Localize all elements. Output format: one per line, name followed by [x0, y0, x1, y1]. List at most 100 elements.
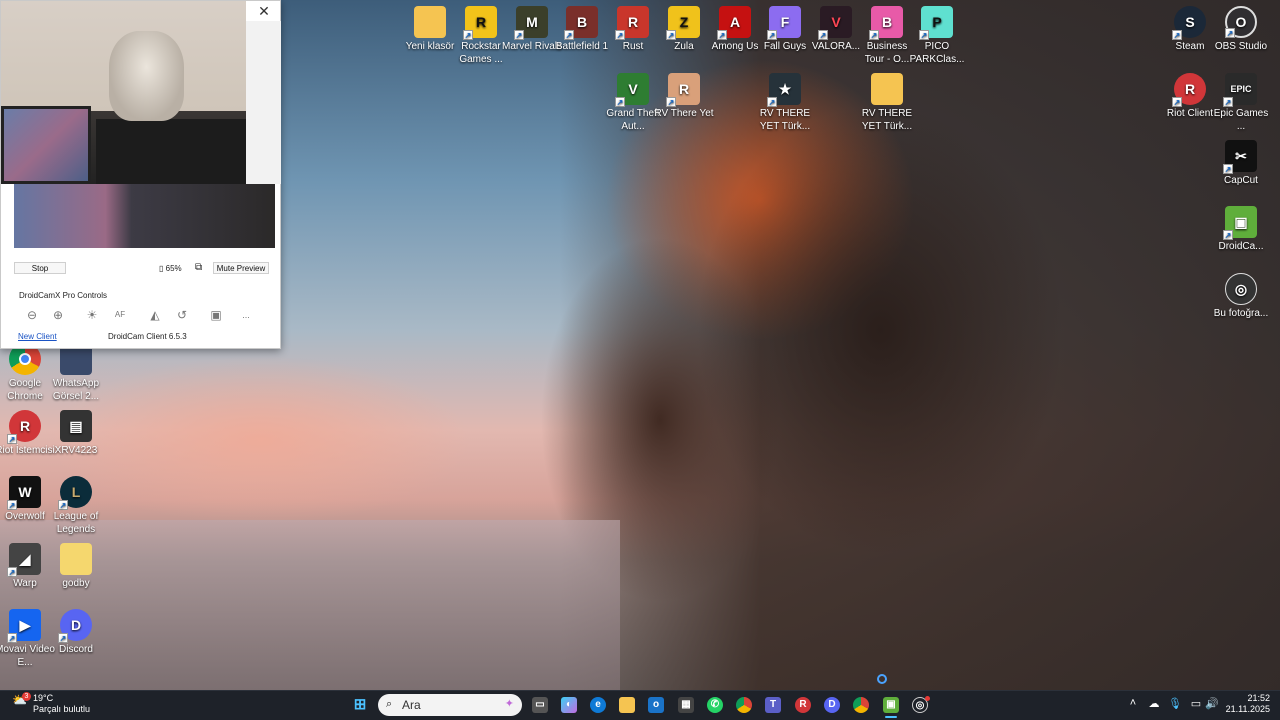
overwolf-icon: W ↗: [7, 476, 41, 510]
icon-label: CapCut: [1224, 175, 1258, 186]
clock-time: 21:52: [1247, 693, 1270, 703]
rv-there-yet-icon: R ↗: [666, 73, 700, 107]
camera-overlay: [1, 1, 246, 184]
icon-label: PICO PARKClas...: [909, 41, 965, 65]
gta-icon: V ↗: [615, 73, 649, 107]
copy-icon[interactable]: ⧉: [195, 262, 202, 273]
weather-badge: 3: [22, 692, 31, 701]
zula-icon: Z ↗: [666, 6, 700, 40]
movavi-icon: ▶ ↗: [7, 609, 41, 643]
desktop-icon-rv-turk-1[interactable]: ★ ↗ RV THERE YET Türk...: [754, 73, 816, 133]
weather-widget[interactable]: ⛅ 3 19°C Parçalı bulutlu: [12, 692, 90, 715]
desktop-icon-rv-turk-2[interactable]: RV THERE YET Türk...: [856, 73, 918, 133]
epic-games-icon: EPIC ↗: [1223, 73, 1257, 107]
cat-image: [109, 31, 184, 121]
copilot-icon[interactable]: ◐: [561, 697, 577, 713]
desktop-icon-rv-there-yet[interactable]: R ↗ RV There Yet: [653, 73, 715, 120]
riot-client-icon[interactable]: R: [795, 697, 811, 713]
fall-guys-icon: F ↗: [767, 6, 801, 40]
active-app-indicator: [885, 716, 897, 718]
riot-client-icon: R ↗: [7, 410, 41, 444]
mirror-icon[interactable]: ◭: [146, 307, 164, 323]
icon-label: Epic Games ...: [1213, 108, 1269, 132]
whatsapp-icon[interactable]: ✆: [707, 697, 723, 713]
chevron-up-icon[interactable]: ˄: [1125, 697, 1141, 709]
rv-turk-icon: ★ ↗: [767, 73, 801, 107]
weather-temp: 19°C: [33, 693, 54, 703]
desktop-icon-xrv[interactable]: ▤ XRV4223: [45, 410, 107, 457]
icon-label: RV There Yet: [654, 108, 714, 119]
marvel-rivals-icon: M ↗: [514, 6, 548, 40]
stop-button[interactable]: Stop: [14, 262, 66, 274]
desktop-icon-capcut[interactable]: ✂ ↗ CapCut: [1210, 140, 1272, 187]
brightness-icon[interactable]: ☀: [83, 307, 101, 323]
riot-client-icon: R ↗: [1172, 73, 1206, 107]
icon-label: DroidCa...: [1218, 241, 1264, 252]
folder-icon: [871, 73, 903, 105]
icon-label: godby: [62, 578, 90, 589]
copilot-sparkle-icon: ✦: [504, 698, 514, 710]
desktop-icon-bu-fotograf[interactable]: ◎ Bu fotoğra...: [1210, 273, 1272, 320]
task-view-icon[interactable]: ▭: [532, 697, 548, 713]
store-icon[interactable]: ▦: [678, 697, 694, 713]
autofocus-icon[interactable]: AF: [111, 307, 129, 323]
zoom-out-icon[interactable]: ⊖: [23, 307, 41, 323]
desktop-icon-epic[interactable]: EPIC ↗ Epic Games ...: [1210, 73, 1272, 133]
edge-icon[interactable]: e: [590, 697, 606, 713]
search-placeholder: Ara: [402, 698, 421, 712]
folder-icon: [414, 6, 446, 38]
search-box[interactable]: ⌕ Ara ✦: [378, 694, 522, 716]
steering-wheel-icon: ◎: [1225, 273, 1257, 305]
battlefield-icon: B ↗: [564, 6, 598, 40]
desktop-icon-obs[interactable]: O ↗ OBS Studio: [1210, 6, 1272, 53]
zoom-in-icon[interactable]: ⊕: [49, 307, 67, 323]
desktop-icon-league[interactable]: L ↗ League of Legends: [45, 476, 107, 536]
desktop-icon-pico[interactable]: P ↗ PICO PARKClas...: [906, 6, 968, 66]
more-options-button[interactable]: ...: [237, 307, 255, 323]
rockstar-icon: R ↗: [463, 6, 497, 40]
discord-icon[interactable]: D: [824, 697, 840, 713]
new-client-link[interactable]: New Client: [18, 332, 57, 341]
obs-icon: O ↗: [1225, 6, 1257, 38]
speaker-volume-icon[interactable]: 🔊: [1204, 697, 1220, 710]
desktop-icon-godby[interactable]: godby: [45, 543, 107, 590]
speaker-image: [96, 119, 246, 184]
notification-dot: [925, 696, 930, 701]
desktop-icon-droidcam[interactable]: ▣ ↗ DroidCa...: [1210, 206, 1272, 253]
icon-label: RV THERE YET Türk...: [861, 108, 913, 132]
droidcam-taskbar-icon[interactable]: ▣: [883, 697, 899, 713]
outlook-icon[interactable]: o: [648, 697, 664, 713]
clock[interactable]: 21:52 21.11.2025: [1226, 693, 1270, 715]
battery-value: 65%: [165, 264, 182, 273]
desktop-icon-discord[interactable]: D ↗ Discord: [45, 609, 107, 656]
close-button[interactable]: ✕: [254, 3, 274, 21]
rotate-icon[interactable]: ↺: [173, 307, 191, 323]
desktop-icon-whatsapp[interactable]: WhatsApp Görsel 2...: [45, 343, 107, 403]
folder-icon: [60, 543, 92, 575]
display-icon[interactable]: ▭: [1188, 697, 1204, 710]
version-label: DroidCam Client 6.5.3: [108, 332, 187, 341]
teams-icon[interactable]: T: [765, 697, 781, 713]
droidcam-icon: ▣ ↗: [1223, 206, 1257, 240]
capcut-icon: ✂ ↗: [1223, 140, 1257, 174]
start-button[interactable]: ⊞: [352, 697, 368, 713]
taskbar: [0, 690, 1280, 720]
loading-cursor-icon: [877, 674, 887, 684]
icon-label: RV THERE YET Türk...: [759, 108, 811, 132]
icon-label: Discord: [59, 644, 93, 655]
mute-preview-button[interactable]: Mute Preview: [213, 262, 269, 274]
chrome-profile-icon[interactable]: [853, 697, 869, 713]
file-explorer-icon[interactable]: [619, 697, 635, 713]
window-panel: [246, 21, 281, 184]
battery-indicator: ▯ 65%: [159, 264, 182, 273]
chrome-icon[interactable]: [736, 697, 752, 713]
clock-date: 21.11.2025: [1225, 704, 1270, 714]
league-icon: L ↗: [58, 476, 92, 510]
discord-icon: D ↗: [58, 609, 92, 643]
onedrive-cloud-icon[interactable]: ☁: [1146, 697, 1162, 710]
microphone-icon[interactable]: 🎙: [1167, 697, 1183, 710]
icon-label: OBS Studio: [1214, 41, 1268, 52]
valorant-icon: V ↗: [818, 6, 852, 40]
icon-label: WhatsApp Görsel 2...: [52, 378, 100, 402]
resolution-icon[interactable]: ▣: [207, 307, 225, 323]
